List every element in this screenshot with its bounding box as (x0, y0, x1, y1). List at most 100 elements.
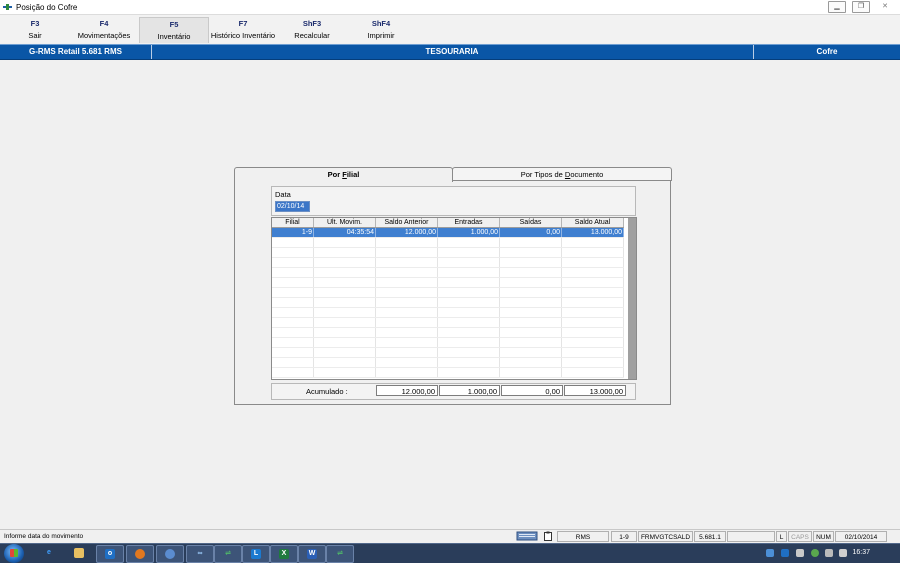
empty-row[interactable] (272, 357, 624, 368)
minimize-button[interactable]: ▁ (828, 1, 846, 13)
empty-row[interactable] (272, 367, 624, 378)
tab-label: Por Filial (327, 170, 360, 179)
status-version: 5.681.1 (694, 531, 726, 542)
lync-icon: L (251, 549, 261, 559)
tab-por-tipos-documento[interactable]: Por Tipos de Documento (452, 167, 672, 181)
column-header-saidas[interactable]: Saídas (499, 218, 562, 228)
module-header-bar: G-RMS Retail 5.681 RMS TESOURARIA Cofre (0, 44, 900, 60)
start-button[interactable] (4, 544, 24, 563)
tray-flag-icon[interactable] (796, 549, 804, 557)
app-icon (165, 549, 175, 559)
column-header-entradas[interactable]: Entradas (437, 218, 500, 228)
tab-por-filial[interactable]: Por Filial (234, 167, 453, 182)
empty-row[interactable] (272, 337, 624, 348)
status-filial: 1-9 (611, 531, 637, 542)
empty-row[interactable] (272, 347, 624, 358)
window-title-bar: Posição do Cofre ▁ ❐ ✕ (0, 0, 900, 15)
total-saldo-atual: 13.000,00 (564, 385, 626, 396)
tray-display-icon[interactable] (825, 549, 833, 557)
balance-table: Filial Últ. Movim. Saldo Anterior Entrad… (272, 218, 624, 378)
link-icon: ∞ (197, 550, 203, 557)
taskbar-rms-button[interactable]: ⇌ (214, 545, 242, 563)
status-message: Informe data do movimento (2, 531, 509, 542)
total-saidas: 0,00 (501, 385, 563, 396)
column-header-ult-movim[interactable]: Últ. Movim. (313, 218, 376, 228)
fkey-code: F4 (99, 19, 109, 28)
fkey-label: Imprimir (367, 31, 395, 40)
status-system: RMS (557, 531, 609, 542)
function-key-toolbar: F3 Sair F4 Movimentações F5 Inventário F… (0, 15, 900, 43)
restore-button[interactable]: ❐ (852, 1, 870, 13)
app-version-label: G-RMS Retail 5.681 RMS (0, 45, 152, 59)
taskbar-rms2-button[interactable]: ⇌ (326, 545, 354, 563)
taskbar-lync-button[interactable]: L (242, 545, 270, 563)
totals-label: Acumulado : (306, 387, 348, 396)
table-header-row: Filial Últ. Movim. Saldo Anterior Entrad… (272, 218, 624, 228)
f3-sair-button[interactable]: F3 Sair (8, 17, 62, 42)
totals-row: Acumulado : 12.000,00 1.000,00 0,00 13.0… (271, 383, 636, 400)
taskbar-explorer-button[interactable] (66, 545, 92, 561)
date-input[interactable]: 02/10/14 (275, 201, 310, 212)
taskbar-clock[interactable]: 16:37 (852, 549, 870, 556)
cell-ult-movim: 04:35:54 (313, 227, 376, 238)
shf3-recalcular-button[interactable]: ShF3 Recalcular (283, 17, 341, 42)
status-num: NUM (813, 531, 834, 542)
empty-row[interactable] (272, 317, 624, 328)
cell-saidas: 0,00 (499, 227, 562, 238)
status-date: 02/10/2014 (835, 531, 887, 542)
shf4-imprimir-button[interactable]: ShF4 Imprimir (352, 17, 410, 42)
cofre-panel: Por Filial Por Tipos de Documento Data 0… (234, 167, 672, 405)
cell-saldo-atual: 13.000,00 (561, 227, 624, 238)
empty-row[interactable] (272, 297, 624, 308)
internet-explorer-icon: e (47, 549, 51, 556)
taskbar-outlook-button[interactable]: o (96, 545, 124, 563)
empty-row[interactable] (272, 237, 624, 248)
balance-grid: Filial Últ. Movim. Saldo Anterior Entrad… (271, 217, 637, 380)
taskbar-firefox-button[interactable] (126, 545, 154, 563)
tray-outlook-icon[interactable] (781, 549, 789, 557)
fkey-code: ShF4 (371, 19, 391, 28)
empty-row[interactable] (272, 327, 624, 338)
taskbar-word-button[interactable]: W (298, 545, 326, 563)
empty-row[interactable] (272, 257, 624, 268)
tray-volume-icon[interactable] (839, 549, 847, 557)
fkey-code: F3 (30, 19, 40, 28)
taskbar-app-button[interactable] (156, 545, 184, 563)
fkey-code: F5 (169, 20, 179, 29)
column-header-saldo-atual[interactable]: Saldo Atual (561, 218, 624, 228)
tray-status-icon[interactable] (811, 549, 819, 557)
fkey-code: F7 (238, 19, 248, 28)
fkey-label: Sair (28, 31, 42, 40)
column-header-saldo-anterior[interactable]: Saldo Anterior (375, 218, 438, 228)
empty-row[interactable] (272, 247, 624, 258)
taskbar-link-button[interactable]: ∞ (186, 545, 214, 563)
taskbar-excel-button[interactable]: X (270, 545, 298, 563)
fkey-label: Movimentações (77, 31, 131, 40)
f7-historico-inventario-button[interactable]: F7 Histórico Inventário (207, 17, 279, 42)
excel-icon: X (279, 549, 289, 559)
vertical-scrollbar[interactable] (628, 218, 636, 379)
empty-row[interactable] (272, 277, 624, 288)
column-header-filial[interactable]: Filial (272, 218, 314, 228)
date-label: Data (275, 190, 291, 199)
window-title: Posição do Cofre (16, 2, 78, 12)
tab-label: Por Tipos de Documento (520, 170, 604, 179)
f4-movimentacoes-button[interactable]: F4 Movimentações (72, 17, 136, 42)
tray-network-icon[interactable] (766, 549, 774, 557)
empty-row[interactable] (272, 287, 624, 298)
taskbar-ie-button[interactable]: e (36, 545, 62, 561)
status-form-name: FRMVGTCSALD (638, 531, 693, 542)
rms-icon: ⇌ (337, 550, 343, 557)
f5-inventario-button[interactable]: F5 Inventário (139, 17, 209, 43)
table-row[interactable]: 1-9 04:35:54 12.000,00 1.000,00 0,00 13.… (272, 227, 624, 238)
empty-row[interactable] (272, 267, 624, 278)
outlook-icon: o (105, 549, 115, 559)
context-label: Cofre (816, 47, 838, 56)
close-button[interactable]: ✕ (876, 1, 894, 13)
empty-row[interactable] (272, 307, 624, 318)
date-group: Data 02/10/14 (271, 186, 636, 216)
cell-filial: 1-9 (272, 227, 314, 238)
window-controls: ▁ ❐ ✕ (828, 1, 894, 13)
word-icon: W (307, 549, 317, 559)
status-empty (727, 531, 775, 542)
